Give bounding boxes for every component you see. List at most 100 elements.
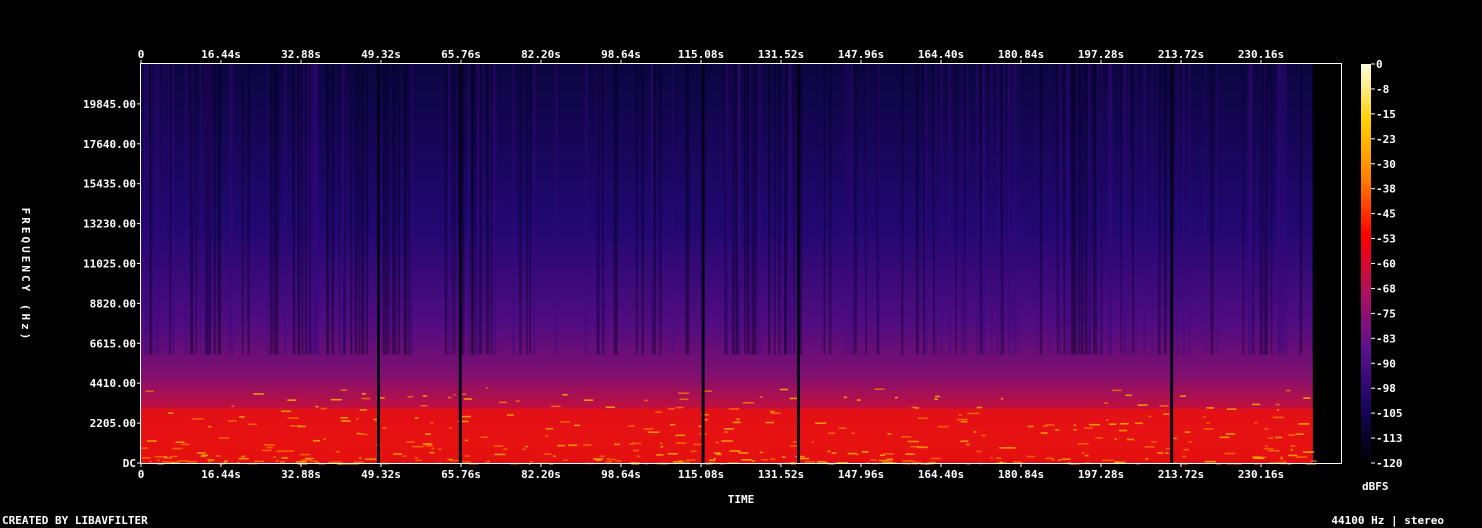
- harmonic-streak: [1183, 448, 1190, 451]
- texture-line: [748, 64, 751, 355]
- texture-line: [487, 64, 489, 355]
- texture-line: [452, 64, 454, 355]
- harmonic-streak: [422, 443, 432, 445]
- harmonic-streak: [431, 447, 435, 450]
- texture-line: [388, 64, 390, 355]
- harmonic-streak: [280, 410, 292, 413]
- harmonic-streak: [361, 392, 367, 395]
- harmonic-streak: [1264, 428, 1269, 430]
- harmonic-streak: [279, 461, 286, 463]
- x-tick-label: 82.20s: [521, 468, 561, 481]
- x-tick-label: 131.52s: [758, 468, 804, 481]
- harmonic-streak: [146, 440, 157, 442]
- harmonic-streak: [742, 402, 755, 404]
- texture-line: [471, 64, 475, 355]
- colorbar-tick-label: -120: [1376, 457, 1403, 470]
- harmonic-streak: [960, 420, 968, 423]
- x-axis-bottom: 0 16.44s 32.88s 49.32s 65.76s 82.20s 98.64s 115…: [138, 463, 1284, 481]
- harmonic-streak: [1148, 415, 1152, 418]
- y-tick-label: 8820.00: [90, 297, 136, 310]
- harmonic-streak: [162, 461, 170, 463]
- harmonic-streak: [1084, 454, 1089, 457]
- harmonic-streak: [615, 460, 622, 462]
- harmonic-streak: [1225, 433, 1236, 435]
- harmonic-streak: [1298, 423, 1310, 425]
- harmonic-streak: [793, 441, 797, 443]
- harmonic-streak: [632, 449, 639, 452]
- texture-line: [172, 64, 174, 355]
- harmonic-streak: [425, 433, 431, 436]
- harmonic-streak: [525, 445, 528, 448]
- harmonic-streak: [1145, 458, 1149, 460]
- texture-line: [490, 64, 493, 355]
- harmonic-streak: [447, 396, 452, 399]
- harmonic-streak: [305, 457, 314, 460]
- harmonic-streak: [253, 393, 264, 395]
- harmonic-streak: [551, 405, 561, 408]
- harmonic-streak: [464, 455, 470, 457]
- harmonic-streak: [141, 447, 148, 449]
- harmonic-streak: [734, 421, 740, 423]
- footer-format: 44100 Hz | stereo: [1331, 514, 1444, 527]
- y-tick-label: 19845.00: [83, 98, 136, 111]
- texture-line: [555, 64, 558, 355]
- harmonic-streak: [562, 393, 568, 396]
- harmonic-streak: [1252, 403, 1261, 406]
- texture-line: [1039, 64, 1043, 355]
- harmonic-streak: [715, 441, 719, 444]
- harmonic-streak: [935, 395, 941, 398]
- x-tick-label: 0: [138, 48, 145, 61]
- y-tick-label: 15435.00: [83, 178, 136, 191]
- harmonic-streak: [1040, 432, 1048, 434]
- texture-line: [754, 64, 757, 355]
- texture-line: [1242, 64, 1245, 355]
- footer-credit: CREATED BY LIBAVFILTER: [2, 514, 148, 527]
- harmonic-streak: [275, 460, 279, 462]
- texture-line: [671, 64, 674, 355]
- harmonic-streak: [276, 450, 284, 453]
- texture-line: [316, 64, 318, 355]
- harmonic-streak: [960, 440, 969, 443]
- texture-line: [635, 64, 638, 355]
- harmonic-streak: [1165, 452, 1169, 454]
- harmonic-streak: [1295, 433, 1304, 435]
- harmonic-streak: [1267, 437, 1274, 440]
- harmonic-streak: [721, 440, 733, 442]
- harmonic-streak: [1180, 395, 1187, 398]
- harmonic-streak: [156, 459, 160, 462]
- texture-line: [1182, 64, 1185, 355]
- harmonic-streak: [905, 453, 915, 455]
- harmonic-streak: [503, 448, 508, 451]
- harmonic-streak: [1003, 447, 1016, 449]
- harmonic-streak: [266, 446, 273, 449]
- x-tick-label: 164.40s: [918, 48, 964, 61]
- harmonic-streak: [685, 459, 696, 461]
- texture-line: [397, 64, 401, 355]
- texture-line: [403, 64, 407, 355]
- harmonic-streak: [553, 455, 556, 458]
- harmonic-streak: [359, 433, 365, 435]
- texture-line: [853, 64, 857, 355]
- texture-line: [392, 64, 394, 355]
- texture-line: [1092, 64, 1095, 355]
- harmonic-streak: [1058, 459, 1062, 461]
- harmonic-streak: [583, 444, 592, 446]
- texture-line: [1067, 64, 1070, 355]
- harmonic-streak: [713, 457, 717, 460]
- texture-line: [474, 64, 477, 355]
- x-tick-label: 16.44s: [201, 48, 241, 61]
- harmonic-streak: [668, 407, 675, 410]
- texture-line: [444, 64, 448, 355]
- x-tick-label: 230.16s: [1238, 48, 1284, 61]
- x-tick-label: 115.08s: [678, 48, 724, 61]
- spectrogram-plot-area: [140, 63, 1342, 465]
- texture-line: [1270, 64, 1273, 355]
- texture-line: [519, 64, 522, 355]
- x-tick-label: 180.84s: [998, 468, 1044, 481]
- harmonic-streak: [223, 461, 227, 464]
- x-axis-top: 0 16.44s 32.88s 49.32s 65.76s 82.20s 98.64s 115…: [138, 48, 1284, 64]
- harmonic-streak: [168, 412, 174, 414]
- harmonic-streak: [759, 451, 764, 454]
- harmonic-streak: [414, 457, 419, 459]
- harmonic-streak: [879, 454, 885, 457]
